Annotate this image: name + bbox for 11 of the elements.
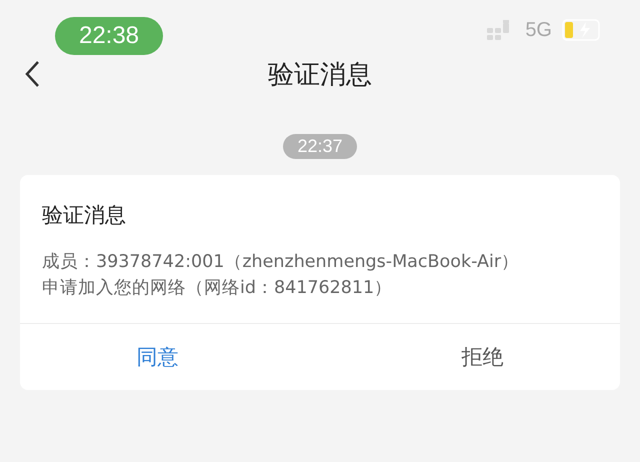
page-title: 验证消息 bbox=[268, 58, 372, 92]
timestamp: 22:37 bbox=[283, 134, 357, 159]
message-text: 成员：39378742:001（zhenzhenmengs-MacBook-Air） bbox=[42, 251, 520, 274]
card-title: 验证消息 bbox=[41, 202, 127, 229]
reject-button[interactable]: 拒绝 bbox=[345, 324, 620, 390]
network-label: 5G bbox=[525, 18, 552, 42]
message-text: 申请加入您的网络（网络id：841762811） bbox=[42, 277, 394, 300]
status-time: 22:38 bbox=[55, 17, 163, 55]
back-icon[interactable] bbox=[24, 60, 40, 88]
battery-icon bbox=[562, 19, 602, 41]
accept-button[interactable]: 同意 bbox=[20, 324, 295, 390]
